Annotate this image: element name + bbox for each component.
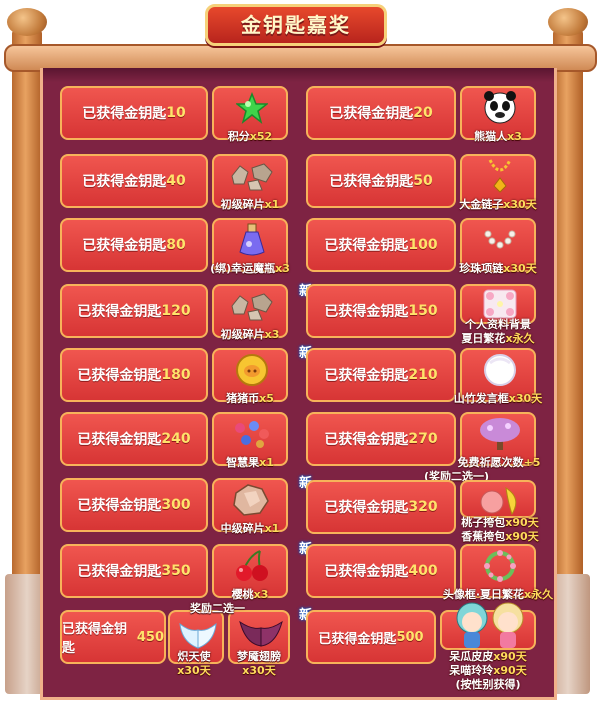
reward-caption: 熊猫人x3	[474, 130, 522, 143]
label-prefix: 已获得金钥匙	[82, 106, 167, 122]
reward-row-150: 已获得金钥匙 150 个人资料背景 夏日繁花x永久	[306, 284, 546, 345]
nightmare-wings-icon	[239, 620, 283, 647]
milestone-label: 已获得金钥匙 180	[60, 348, 208, 402]
milestone-label: 已获得金钥匙 350	[60, 544, 208, 598]
milestone-label: 已获得金钥匙 450	[60, 610, 166, 664]
potion-bottle-icon	[239, 223, 265, 256]
reward-row-210: 已获得金钥匙 210 山竹发言框x30天	[306, 348, 552, 405]
reward-caption: 大金链子x30天	[459, 198, 537, 211]
reward-row-20: 已获得金钥匙 20 熊猫人x3	[306, 86, 538, 143]
chibi-characters-icon	[456, 602, 524, 648]
reward-row-240: 已获得金钥匙 240 智慧果x1	[60, 412, 290, 469]
reward-caption: 呆瓜皮皮x90天 呆喵玲玲x90天 (按性别获得)	[449, 650, 527, 691]
panda-face-icon	[484, 91, 516, 124]
page-title: 金钥匙嘉奖	[241, 13, 351, 37]
reward-caption: 中级碎片x1	[220, 522, 280, 535]
reward-caption: 山竹发言框x30天	[453, 392, 543, 405]
left-post-knob	[7, 8, 47, 36]
green-star-icon	[236, 92, 268, 124]
cherry-icon	[236, 550, 268, 581]
label-number: 10	[166, 105, 186, 121]
reward-caption: 初级碎片x3	[220, 328, 280, 341]
flower-background-icon	[483, 289, 517, 319]
reward-caption: 猪猪币x5	[226, 392, 274, 405]
reward-row-350: 已获得金钥匙 350 樱桃x3	[60, 544, 290, 601]
milestone-label: 已获得金钥匙 270	[306, 412, 456, 466]
milestone-label: 已获得金钥匙 150	[306, 284, 456, 338]
reward-row-400: 已获得金钥匙 400 头像框·夏日繁花x永久	[306, 544, 566, 601]
reward-caption: 初级碎片x1	[220, 198, 280, 211]
milestone-label: 已获得金钥匙 10	[60, 86, 208, 140]
reward-caption: 积分x52	[227, 130, 273, 143]
fruit-bag-icon	[480, 487, 517, 516]
pig-coin-icon	[236, 354, 268, 386]
milestone-label: 已获得金钥匙 120	[60, 284, 208, 338]
pearl-necklace-icon	[484, 230, 516, 249]
reward-caption: 智慧果x1	[226, 456, 274, 469]
reward-row-120: 已获得金钥匙 120 初级碎片x3	[60, 284, 290, 341]
reward-board: 金钥匙嘉奖 已获得金钥匙 10 积分x52 已获得金钥匙 40 初级碎片x1 已获得…	[0, 0, 597, 706]
reward-caption-option-2: 梦魇翅膀 x30天	[237, 650, 281, 677]
angel-wings-icon	[179, 622, 217, 649]
milestone-label: 已获得金钥匙 210	[306, 348, 456, 402]
rock-fragment-icon	[231, 163, 273, 191]
title-plaque: 金钥匙嘉奖	[205, 4, 387, 46]
milestone-label: 已获得金钥匙 100	[306, 218, 456, 272]
reward-row-180: 已获得金钥匙 180 猪猪币x5	[60, 348, 290, 405]
reward-row-100: 已获得金钥匙 100 珍珠项链x30天	[306, 218, 546, 275]
reward-row-270: 已获得金钥匙 270 免费祈愿次数+5	[306, 412, 552, 469]
reward-slot[interactable]	[440, 602, 536, 650]
milestone-label: 已获得金钥匙 320	[306, 480, 456, 534]
milestone-label: 已获得金钥匙 20	[306, 86, 456, 140]
reward-row-40: 已获得金钥匙 40 初级碎片x1	[60, 154, 290, 211]
milestone-label: 已获得金钥匙 80	[60, 218, 208, 272]
reward-row-300: 已获得金钥匙 300 中级碎片x1	[60, 478, 290, 535]
milestone-label: 已获得金钥匙 240	[60, 412, 208, 466]
wish-tree-icon	[480, 418, 520, 450]
reward-row-10: 已获得金钥匙 10 积分x52	[60, 86, 290, 143]
right-post-knob	[548, 8, 588, 36]
gold-chain-icon	[488, 159, 512, 193]
reward-caption-option-1: 炽天使 x30天	[177, 650, 211, 677]
milestone-label: 已获得金钥匙 300	[60, 478, 208, 532]
reward-caption: 桃子挎包x90天 香蕉挎包x90天	[461, 516, 539, 543]
mid-fragment-icon	[233, 484, 269, 516]
reward-caption: (绑)幸运魔瓶x3	[210, 262, 290, 275]
rock-fragment-icon	[231, 293, 273, 321]
reward-row-500: 已获得金钥匙 500 呆瓜皮皮x90天 呆喵玲玲x90天 (按性别获得)	[306, 602, 546, 691]
reward-row-80: 已获得金钥匙 80 (绑)幸运魔瓶x3	[60, 218, 290, 275]
reward-caption: 珍珠项链x30天	[459, 262, 537, 275]
milestone-label: 已获得金钥匙 40	[60, 154, 208, 208]
reward-row-320: 已获得金钥匙 320 桃子挎包x90天 香蕉挎包x90天	[306, 480, 546, 543]
milestone-label: 已获得金钥匙 50	[306, 154, 456, 208]
reward-slot[interactable]	[460, 480, 536, 518]
reward-row-50: 已获得金钥匙 50 大金链子x30天	[306, 154, 546, 211]
choose-one-note: 奖励二选一	[190, 602, 245, 615]
mangosteen-bubble-icon	[484, 354, 516, 386]
wisdom-fruit-icon	[235, 421, 269, 448]
milestone-label: 已获得金钥匙 500	[306, 610, 436, 664]
reward-caption: 个人资料背景 夏日繁花x永久	[461, 318, 535, 345]
flower-wreath-icon	[484, 550, 516, 582]
